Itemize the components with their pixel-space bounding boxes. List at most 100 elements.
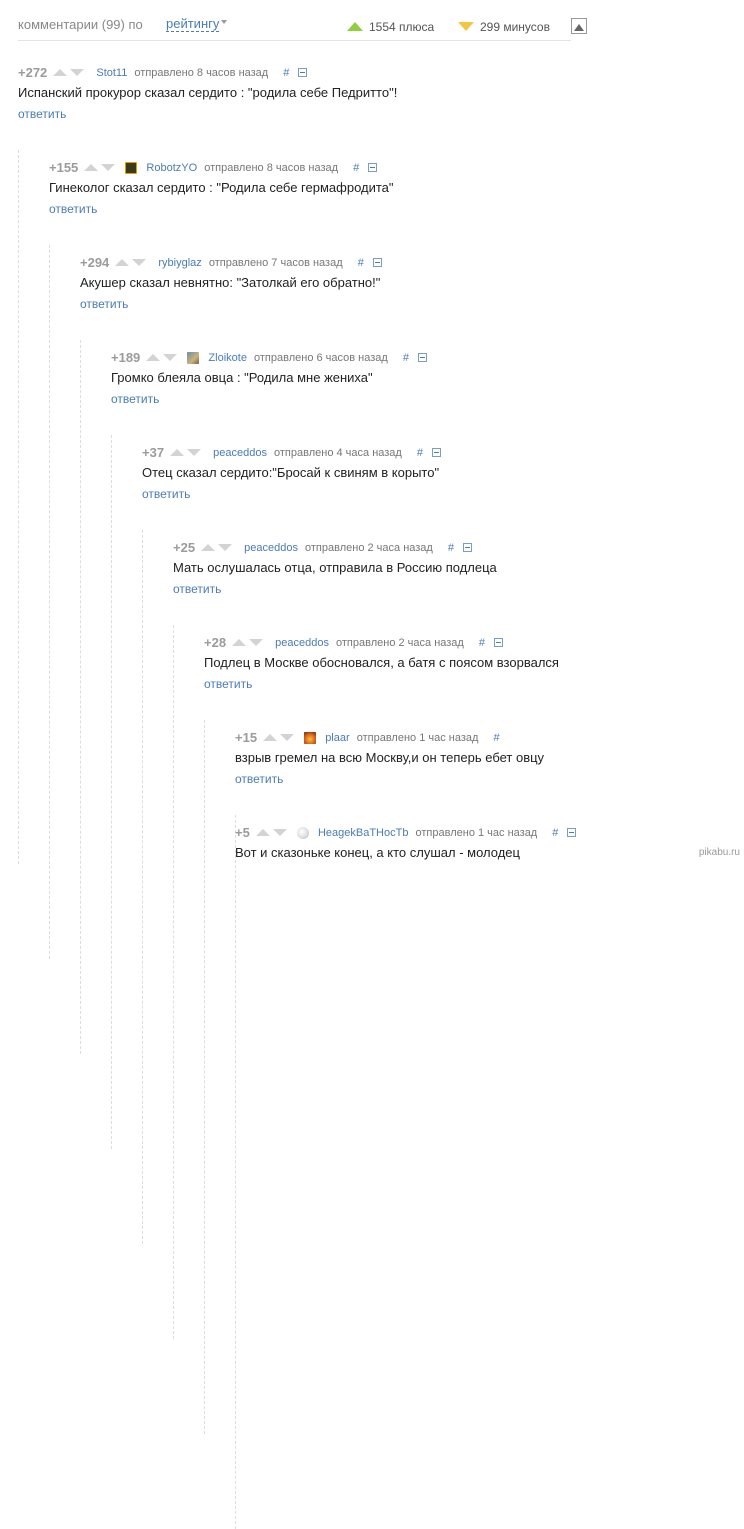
comment-time: отправлено 4 часа назад xyxy=(274,446,402,459)
upvote-icon[interactable] xyxy=(263,734,278,741)
comment-text: взрыв гремел на всю Москву,и он теперь е… xyxy=(235,750,545,765)
sort-dropdown[interactable]: рейтингу xyxy=(166,17,220,32)
collapse-icon[interactable] xyxy=(372,258,382,267)
reply-link[interactable]: ответить xyxy=(173,582,221,596)
comment-author[interactable]: RobotzYO xyxy=(146,162,197,174)
downvote-icon[interactable] xyxy=(101,164,116,171)
comments-count: комментарии (99) по xyxy=(18,17,143,32)
reply-link[interactable]: ответить xyxy=(235,772,283,786)
comment-rating: +37 xyxy=(142,445,165,460)
comment-rating: +15 xyxy=(235,730,258,745)
comment-meta: +272 Stot11 отправлено 8 часов назад # xyxy=(18,65,308,80)
thread-line xyxy=(235,815,236,1529)
comment-author[interactable]: Stot11 xyxy=(96,67,127,79)
comment-author[interactable]: peaceddos xyxy=(244,542,298,554)
plus-count: 1554 плюса xyxy=(369,20,435,34)
comment-author[interactable]: HeagekBaTHocTb xyxy=(318,827,409,839)
collapse-icon[interactable] xyxy=(418,353,428,362)
permalink-hash[interactable]: # xyxy=(552,827,558,839)
collapse-icon[interactable] xyxy=(567,828,577,837)
plus-triangle-icon xyxy=(347,22,363,31)
comment-text: Отец сказал сердито:"Бросай к свиням в к… xyxy=(142,465,440,480)
comment-text: Гинеколог сказал сердито : "Родила себе … xyxy=(49,180,394,195)
downvote-icon[interactable] xyxy=(218,544,233,551)
minus-triangle-icon xyxy=(458,22,474,31)
permalink-hash[interactable]: # xyxy=(479,637,485,649)
comment-author[interactable]: Zloikote xyxy=(208,352,247,364)
comment-time: отправлено 2 часа назад xyxy=(336,636,464,649)
reply-link[interactable]: ответить xyxy=(18,107,66,121)
comment-text: Подлец в Москве обосновался, а батя с по… xyxy=(204,655,559,670)
comment-meta: +189 Zloikote отправлено 6 часов назад # xyxy=(111,350,428,365)
thread-line xyxy=(18,150,19,864)
comment-meta: +15 plaar отправлено 1 час назад # xyxy=(235,730,500,745)
comment-author[interactable]: peaceddos xyxy=(213,447,267,459)
comment-text: Акушер сказал невнятно: "Затолкай его об… xyxy=(80,275,381,290)
comments-header: комментарии (99) по рейтингу 1554 плюса … xyxy=(18,14,587,41)
permalink-hash[interactable]: # xyxy=(403,352,409,364)
thread-line xyxy=(142,530,143,1244)
collapse-icon[interactable] xyxy=(494,638,504,647)
comment-meta: +25 peaceddos отправлено 2 часа назад # xyxy=(173,540,473,555)
comment-meta: +28 peaceddos отправлено 2 часа назад # xyxy=(204,635,504,650)
downvote-icon[interactable] xyxy=(272,829,287,836)
permalink-hash[interactable]: # xyxy=(358,257,364,269)
comment-author[interactable]: peaceddos xyxy=(275,637,329,649)
downvote-icon[interactable] xyxy=(249,639,264,646)
comment-time: отправлено 2 часа назад xyxy=(305,541,433,554)
comment-time: отправлено 8 часов назад xyxy=(134,66,269,79)
thread-line xyxy=(49,245,50,959)
comment-author[interactable]: plaar xyxy=(325,732,349,744)
comment-text: Мать ослушалась отца, отправила в Россию… xyxy=(173,560,497,575)
upvote-icon[interactable] xyxy=(232,639,247,646)
comment-meta: +37 peaceddos отправлено 4 часа назад # xyxy=(142,445,442,460)
reply-link[interactable]: ответить xyxy=(49,202,97,216)
downvote-icon[interactable] xyxy=(187,449,202,456)
upvote-icon[interactable] xyxy=(170,449,185,456)
upvote-icon[interactable] xyxy=(146,354,161,361)
comment-meta: +5 HeagekBaTHocTb отправлено 1 час назад… xyxy=(235,825,577,840)
fire-avatar-icon xyxy=(304,731,317,744)
robot-avatar-icon xyxy=(125,161,138,174)
upvote-icon[interactable] xyxy=(255,829,270,836)
comment-time: отправлено 6 часов назад xyxy=(254,351,388,364)
upvote-icon[interactable] xyxy=(84,164,99,171)
comment-rating: +155 xyxy=(49,160,79,175)
collapse-icon[interactable] xyxy=(463,543,473,552)
collapse-icon[interactable] xyxy=(298,68,308,77)
collapse-icon[interactable] xyxy=(432,448,442,457)
downvote-icon[interactable] xyxy=(280,734,295,741)
comment-text: Испанский прокурор сказал сердито : "род… xyxy=(18,85,398,100)
watermark: pikabu.ru xyxy=(698,847,740,858)
caret-down-icon[interactable] xyxy=(221,20,227,24)
comment-rating: +5 xyxy=(235,825,250,840)
permalink-hash[interactable]: # xyxy=(353,162,359,174)
downvote-icon[interactable] xyxy=(132,259,147,266)
upvote-icon[interactable] xyxy=(53,69,68,76)
thread-line xyxy=(111,435,112,1149)
permalink-hash[interactable]: # xyxy=(283,67,289,79)
permalink-hash[interactable]: # xyxy=(494,732,500,744)
permalink-hash[interactable]: # xyxy=(448,542,454,554)
reply-link[interactable]: ответить xyxy=(111,392,159,406)
minus-count: 299 минусов xyxy=(480,20,550,34)
reply-link[interactable]: ответить xyxy=(80,297,128,311)
comment-rating: +25 xyxy=(173,540,196,555)
comment-author[interactable]: rybiyglaz xyxy=(158,257,201,269)
reply-link[interactable]: ответить xyxy=(142,487,190,501)
upvote-icon[interactable] xyxy=(201,544,216,551)
comment-rating: +189 xyxy=(111,350,141,365)
comment-meta: +155 RobotzYO отправлено 8 часов назад # xyxy=(49,160,378,175)
reply-link[interactable]: ответить xyxy=(204,677,252,691)
downvote-icon[interactable] xyxy=(70,69,85,76)
thread-line xyxy=(204,720,205,1434)
image-toggle-icon[interactable] xyxy=(571,18,587,34)
upvote-icon[interactable] xyxy=(115,259,130,266)
downvote-icon[interactable] xyxy=(163,354,178,361)
comment-rating: +272 xyxy=(18,65,48,80)
permalink-hash[interactable]: # xyxy=(417,447,423,459)
comment-rating: +28 xyxy=(204,635,227,650)
comment-text: Громко блеяла овца : "Родила мне жениха" xyxy=(111,370,373,385)
comment-time: отправлено 8 часов назад xyxy=(204,161,339,174)
collapse-icon[interactable] xyxy=(368,163,378,172)
